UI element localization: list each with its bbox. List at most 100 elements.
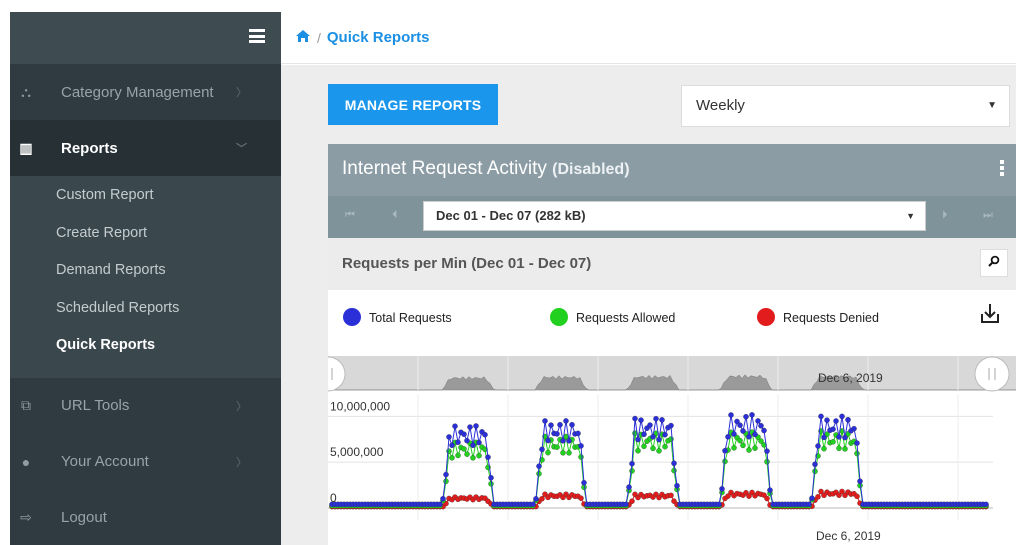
previous-page-icon[interactable]: ⏴ — [392, 209, 398, 222]
data-point — [545, 437, 551, 444]
sitemap-icon: ⛬ — [21, 83, 31, 100]
data-point — [647, 422, 653, 428]
data-point — [485, 454, 491, 460]
data-point — [842, 434, 848, 441]
submenu-item-scheduled-reports[interactable]: Scheduled Reports — [10, 297, 281, 335]
data-point — [578, 495, 584, 501]
chart-header: Requests per Min (Dec 01 - Dec 07) — [328, 238, 1016, 290]
data-point — [671, 467, 677, 474]
data-point — [641, 431, 647, 438]
data-point — [662, 443, 668, 450]
data-point — [671, 460, 677, 466]
caret-down-icon: ▼ — [987, 100, 997, 111]
date-range-value: Dec 01 - Dec 07 (282 kB) — [436, 208, 586, 223]
submenu-item-create-report[interactable]: Create Report — [10, 222, 281, 260]
data-point — [449, 455, 455, 461]
sidebar-item-url-tools[interactable]: ⧉ URL Tools 〉 — [10, 378, 281, 434]
legend-marker[interactable] — [757, 308, 775, 326]
y-tick-label: 5,000,000 — [330, 445, 384, 459]
user-icon: ● — [21, 453, 31, 470]
data-point — [629, 468, 635, 474]
data-point — [629, 498, 635, 504]
data-point — [737, 422, 743, 428]
data-point — [578, 443, 584, 449]
zoom-icon[interactable] — [980, 249, 1008, 277]
download-icon[interactable] — [981, 304, 999, 323]
legend-marker[interactable] — [550, 308, 568, 326]
manage-reports-button[interactable]: MANAGE REPORTS — [328, 84, 498, 125]
data-point — [446, 434, 452, 440]
data-point — [824, 417, 830, 423]
data-point — [746, 433, 752, 440]
breadcrumb-separator: / — [317, 29, 321, 46]
menu-toggle-icon[interactable] — [249, 29, 265, 43]
next-page-icon[interactable]: ⏵ — [942, 209, 948, 222]
data-point — [818, 413, 824, 420]
data-point — [836, 434, 842, 440]
data-point — [536, 463, 542, 469]
panel-title: Internet Request Activity (Disabled) — [342, 158, 630, 180]
data-point — [668, 492, 674, 499]
data-point — [560, 450, 566, 456]
data-point — [443, 478, 449, 484]
data-point — [746, 447, 752, 453]
data-point — [854, 450, 860, 457]
last-page-icon[interactable]: ⏭ — [983, 209, 993, 222]
data-point — [542, 418, 548, 424]
bar-chart-icon: ▥ — [19, 139, 33, 156]
sidebar-item-your-account[interactable]: ● Your Account 〉 — [10, 434, 281, 490]
legend-label[interactable]: Total Requests — [369, 311, 452, 325]
submenu-item-quick-reports[interactable]: Quick Reports — [10, 334, 281, 372]
breadcrumb: / Quick Reports — [281, 12, 1016, 64]
sidebar-item-reports[interactable]: ▥ Reports ﹀ — [10, 120, 281, 176]
data-point — [446, 448, 452, 454]
data-point — [476, 439, 482, 446]
data-point — [473, 423, 479, 429]
sidebar-item-label: Logout — [61, 509, 107, 526]
data-point — [566, 450, 572, 456]
data-point — [443, 471, 449, 478]
x-axis-label: Dec 6, 2019 — [816, 529, 881, 543]
data-point — [764, 448, 770, 454]
data-point — [545, 449, 551, 456]
legend-marker[interactable] — [343, 308, 361, 326]
sidebar-item-logout[interactable]: ⇨ Logout — [10, 490, 281, 545]
data-point — [752, 431, 758, 438]
data-point — [758, 422, 764, 429]
sidebar-item-category-management[interactable]: ⛬ Category Management 〉 — [10, 64, 281, 120]
data-point — [857, 478, 863, 484]
page-title: Quick Reports — [326, 29, 430, 46]
period-select[interactable]: Weekly ▼ — [681, 85, 1010, 127]
data-point — [722, 447, 728, 454]
data-point — [548, 422, 554, 428]
data-point — [470, 442, 476, 448]
navigator-right-handle[interactable] — [974, 356, 1010, 392]
submenu-item-custom-report[interactable]: Custom Report — [10, 184, 281, 222]
first-page-icon[interactable]: ⏮ — [345, 209, 355, 222]
data-point — [836, 445, 842, 452]
submenu-item-demand-reports[interactable]: Demand Reports — [10, 259, 281, 297]
data-point — [983, 501, 989, 508]
legend-label[interactable]: Requests Denied — [783, 311, 879, 325]
data-point — [833, 418, 839, 424]
data-point — [812, 461, 818, 468]
data-point — [461, 431, 467, 437]
chevron-down-icon: ﹀ — [236, 143, 247, 155]
data-point — [530, 501, 536, 508]
data-point — [659, 417, 665, 423]
data-point — [716, 501, 722, 508]
status-badge: (Disabled) — [552, 161, 630, 178]
data-point — [731, 445, 737, 451]
data-point — [842, 446, 848, 452]
data-point — [452, 423, 458, 429]
data-point — [737, 437, 743, 444]
data-point — [725, 434, 731, 440]
date-range-select[interactable]: Dec 01 - Dec 07 (282 kB) ▼ — [423, 201, 926, 231]
data-point — [755, 418, 761, 424]
requests-chart[interactable]: Total Requests Requests Allowed Requests D… — [328, 290, 1016, 545]
data-point — [830, 439, 836, 445]
legend-label[interactable]: Requests Allowed — [576, 311, 675, 325]
home-icon[interactable] — [295, 29, 311, 47]
more-options-icon[interactable] — [1000, 160, 1004, 178]
data-point — [488, 474, 494, 481]
